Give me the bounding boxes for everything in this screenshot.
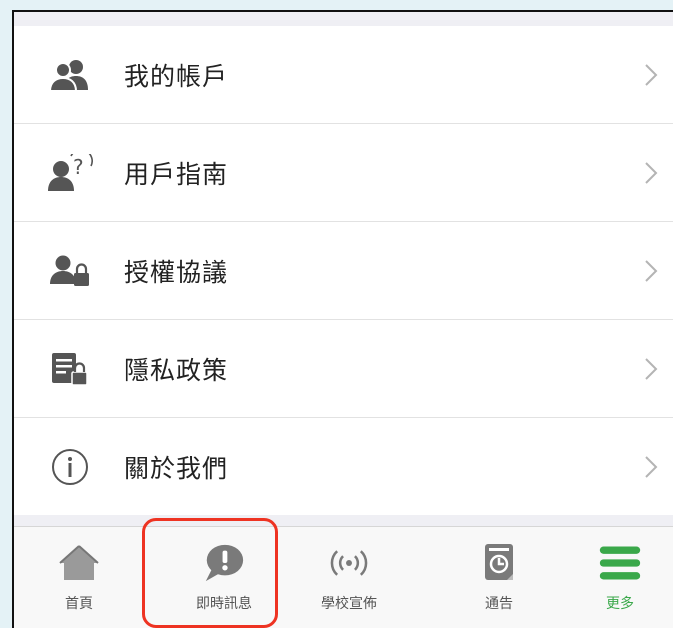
menu-item-label: 我的帳戶	[124, 62, 229, 91]
tab-label: 即時訊息	[196, 595, 252, 611]
home-icon	[57, 541, 101, 585]
chevron-right-icon	[645, 357, 658, 380]
tab-home[interactable]: 首頁	[24, 527, 134, 627]
menu-item-privacy-policy[interactable]: 隱私政策	[14, 320, 673, 418]
chevron-right-icon	[645, 63, 658, 86]
tab-label: 首頁	[65, 595, 93, 611]
tab-more[interactable]: 更多	[565, 527, 673, 627]
tab-instant-messages[interactable]: 即時訊息	[169, 527, 279, 627]
menu-icon	[598, 541, 642, 585]
tab-notices[interactable]: 通告	[444, 527, 554, 627]
tab-school-announcements[interactable]: 學校宣佈	[294, 527, 404, 627]
document-lock-icon	[46, 349, 94, 389]
menu-item-my-account[interactable]: 我的帳戶	[14, 26, 673, 124]
users-icon	[46, 55, 94, 95]
notice-icon	[477, 541, 521, 585]
menu-item-user-guide[interactable]: ? 用戶指南	[14, 124, 673, 222]
tab-label: 通告	[485, 595, 513, 611]
menu-item-label: 關於我們	[124, 454, 229, 483]
svg-text:?: ?	[73, 155, 84, 179]
info-icon	[46, 447, 94, 487]
menu-item-license-agreement[interactable]: 授權協議	[14, 222, 673, 320]
chevron-right-icon	[645, 259, 658, 282]
broadcast-icon	[327, 541, 371, 585]
chat-alert-icon	[202, 541, 246, 585]
user-question-icon: ?	[46, 153, 94, 193]
settings-menu: 我的帳戶 ? 用戶指南 授權協議 隱私政策 關於我們	[14, 26, 673, 515]
app-screen: 我的帳戶 ? 用戶指南 授權協議 隱私政策 關於我們 首頁 即時訊息 學校宣佈 …	[12, 10, 673, 628]
menu-item-label: 授權協議	[124, 258, 229, 287]
menu-item-label: 隱私政策	[124, 356, 229, 385]
user-lock-icon	[46, 251, 94, 291]
chevron-right-icon	[645, 161, 658, 184]
menu-item-label: 用戶指南	[124, 160, 229, 189]
bottom-tab-bar: 首頁 即時訊息 學校宣佈 通告 更多	[14, 526, 673, 628]
tab-label: 更多	[606, 595, 634, 611]
menu-item-about-us[interactable]: 關於我們	[14, 418, 673, 515]
tab-label: 學校宣佈	[321, 595, 377, 611]
chevron-right-icon	[645, 455, 658, 478]
